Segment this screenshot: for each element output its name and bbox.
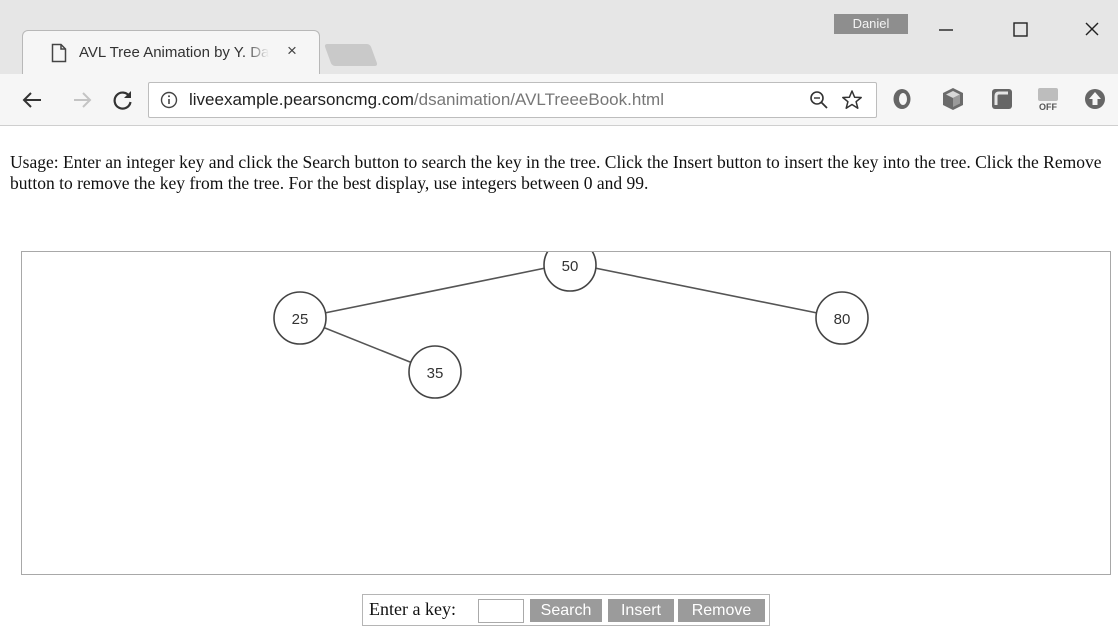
off-extension-icon[interactable]: OFF [1036,86,1060,112]
square-extension-icon[interactable] [990,86,1014,112]
url-host: liveexample.pearsoncmg.com [189,90,414,109]
back-arrow-icon[interactable] [20,87,46,113]
info-icon[interactable] [160,91,178,109]
tab-title: AVL Tree Animation by Y. Daniel Liang [79,44,269,61]
key-input[interactable] [478,599,524,623]
tree-edge [299,262,571,319]
zoom-icon[interactable] [809,90,829,110]
browser-tab[interactable]: AVL Tree Animation by Y. Daniel Liang × [22,30,320,74]
usage-instructions: Usage: Enter an integer key and click th… [10,152,1102,193]
tree-edge [569,262,843,319]
window-close-icon[interactable] [1077,14,1107,44]
cube-extension-icon[interactable] [941,86,965,112]
avl-tree-svg: 50 25 80 35 [273,252,869,399]
close-tab-icon[interactable]: × [281,40,303,62]
reload-icon[interactable] [110,87,136,113]
document-icon [51,43,67,63]
tree-node: 25 [273,291,327,345]
address-bar[interactable]: liveexample.pearsoncmg.com/dsanimation/A… [148,82,877,118]
tree-node: 35 [408,345,462,399]
tree-node: 80 [815,291,869,345]
tree-canvas: 50 25 80 35 [21,251,1111,575]
circle-extension-icon[interactable] [890,86,914,112]
browser-titlebar: AVL Tree Animation by Y. Daniel Liang × … [0,0,1118,74]
key-label: Enter a key: [369,599,456,619]
browser-toolbar: liveexample.pearsoncmg.com/dsanimation/A… [0,74,1118,126]
minimize-icon[interactable] [931,14,961,44]
node-key: 35 [427,365,444,382]
node-key: 25 [292,311,309,328]
off-badge-text: OFF [1039,102,1057,112]
bookmark-star-icon[interactable] [841,89,863,111]
search-button[interactable]: Search [530,599,602,622]
user-profile-badge[interactable]: Daniel [834,14,908,34]
new-tab-button[interactable] [323,44,379,66]
key-controls: Enter a key: Search Insert Remove [362,594,770,626]
insert-button[interactable]: Insert [608,599,674,622]
tree-node: 50 [543,252,597,292]
remove-button[interactable]: Remove [678,599,765,622]
maximize-icon[interactable] [1005,14,1035,44]
url-path: /dsanimation/AVLTreeeBook.html [413,90,664,109]
node-key: 50 [562,258,579,275]
upload-extension-icon[interactable] [1083,86,1107,112]
url-text[interactable]: liveexample.pearsoncmg.com/dsanimation/A… [189,90,664,110]
forward-arrow-icon[interactable] [70,87,96,113]
node-key: 80 [834,311,851,328]
